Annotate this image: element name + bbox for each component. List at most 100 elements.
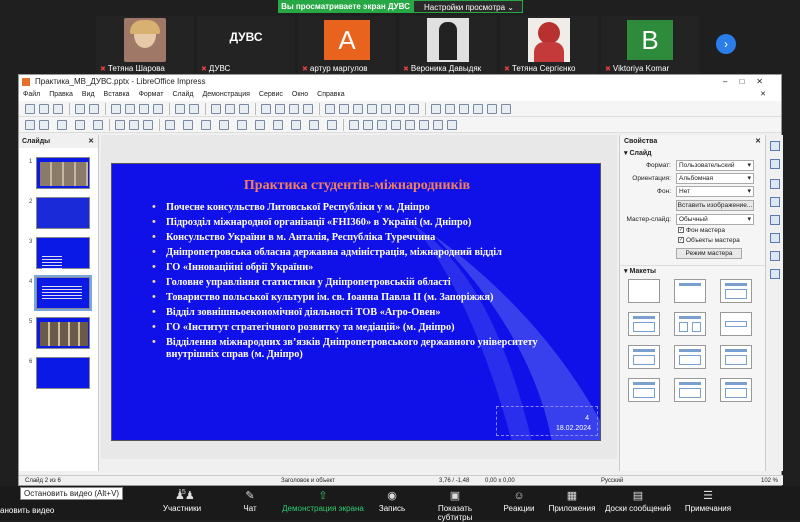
participant-tile[interactable]: ✖ Вероника Давыдяк (399, 16, 497, 74)
master-select[interactable]: Обычный (676, 214, 754, 225)
subtitles-button[interactable]: ▣ Показать субтитры (420, 490, 490, 522)
slide-thumbnail[interactable]: 5 (19, 317, 95, 355)
line-color-icon[interactable] (57, 120, 67, 130)
layout-title-content-2[interactable] (628, 345, 660, 369)
comment-icon[interactable] (445, 104, 455, 114)
special-char-icon[interactable] (395, 104, 405, 114)
slide-thumbnail[interactable]: 2 (19, 197, 95, 235)
menu-icon[interactable] (770, 141, 780, 151)
basic-shapes-icon[interactable] (219, 120, 229, 130)
menu-file[interactable]: Файл (23, 91, 40, 98)
whiteboards-button[interactable]: ▤ Доски сообщений (604, 490, 672, 513)
paste-icon[interactable] (139, 104, 149, 114)
find-replace-icon[interactable] (211, 104, 221, 114)
grid-icon[interactable] (239, 104, 249, 114)
layout-title-4-content[interactable] (628, 378, 660, 402)
section-slide[interactable]: ▾ Слайд (620, 148, 765, 159)
helplines-icon[interactable] (473, 104, 483, 114)
menu-edit[interactable]: Правка (49, 91, 73, 98)
layout-title-two-content[interactable] (628, 312, 660, 336)
menu-slide[interactable]: Слайд (172, 91, 193, 98)
menu-window[interactable]: Окно (292, 91, 308, 98)
display-views-icon[interactable] (261, 104, 271, 114)
notes-button[interactable]: ☰ Примечания (682, 490, 734, 513)
stars-icon[interactable] (309, 120, 319, 130)
save-icon[interactable] (53, 104, 63, 114)
master-slides-icon[interactable] (770, 215, 780, 225)
menu-tools[interactable]: Сервис (259, 91, 283, 98)
start-slideshow-icon[interactable] (289, 104, 299, 114)
slide-thumbnail[interactable]: 6 (19, 357, 95, 395)
participants-button[interactable]: ♟♟ 15 Участники (160, 489, 204, 513)
table-icon[interactable] (325, 104, 335, 114)
copy-icon[interactable] (125, 104, 135, 114)
view-outline-icon[interactable] (487, 104, 497, 114)
horizontal-scrollbar[interactable] (101, 459, 617, 471)
ellipse-icon[interactable] (143, 120, 153, 130)
view-normal-icon[interactable] (501, 104, 511, 114)
slide-thumbnail-selected[interactable]: 4 (19, 275, 95, 315)
close-icon[interactable]: ✕ (755, 135, 761, 148)
view-settings-button[interactable]: Настройки просмотра ⌄ (413, 0, 523, 13)
stop-video-button[interactable]: ановить видео (0, 506, 54, 515)
layout-title-content-4[interactable] (720, 345, 752, 369)
image-icon[interactable] (339, 104, 349, 114)
undo-icon[interactable] (175, 104, 185, 114)
orientation-select[interactable]: Альбомная (676, 173, 754, 184)
spelling-icon[interactable] (225, 104, 235, 114)
menu-insert[interactable]: Вставка (104, 91, 130, 98)
flowchart-icon[interactable] (273, 120, 283, 130)
participant-tile[interactable]: ✖ Тетяна Шарова (96, 16, 194, 74)
layout-title-content[interactable] (720, 279, 752, 303)
close-document-icon[interactable]: ✕ (760, 89, 766, 101)
menu-help[interactable]: Справка (317, 91, 344, 98)
reactions-button[interactable]: ☺ Реакции (500, 490, 538, 513)
print-icon[interactable] (89, 104, 99, 114)
3d-objects-icon[interactable] (327, 120, 337, 130)
connector-icon[interactable] (201, 120, 211, 130)
crop-icon[interactable] (419, 120, 429, 130)
fill-color-icon[interactable] (75, 120, 85, 130)
language[interactable]: Русский (601, 476, 623, 486)
layout-centered-text[interactable] (720, 312, 752, 336)
chevron-right-icon[interactable]: › (716, 34, 736, 54)
align-icon[interactable] (363, 120, 373, 130)
layout-title-6-content[interactable] (674, 378, 706, 402)
menu-format[interactable]: Формат (139, 91, 164, 98)
layout-title-content-3[interactable] (674, 345, 706, 369)
footer-placeholder[interactable]: 4 18.02.2024 (496, 406, 598, 436)
textbox-icon[interactable] (381, 104, 391, 114)
layout-blank[interactable] (628, 279, 660, 303)
redo-icon[interactable] (189, 104, 199, 114)
slide-editor[interactable]: Практика студентів-міжнародників Почесне… (101, 135, 617, 471)
participant-tile[interactable]: А ✖ артур маргулов (298, 16, 396, 74)
gallery-icon[interactable] (770, 251, 780, 261)
rectangle-icon[interactable] (129, 120, 139, 130)
clone-format-icon[interactable] (153, 104, 163, 114)
filter-icon[interactable] (433, 120, 443, 130)
slide-transition-icon[interactable] (770, 179, 780, 189)
zoom-icon[interactable] (39, 120, 49, 130)
master-slide-icon[interactable] (275, 104, 285, 114)
share-screen-button[interactable]: ⇧ Демонстрация экрана (280, 490, 366, 513)
master-mode-button[interactable]: Режим мастера (676, 248, 742, 259)
arrange-icon[interactable] (377, 120, 387, 130)
animation-icon[interactable] (770, 197, 780, 207)
participant-tile[interactable]: ДУВС ✖ ДУВС (197, 16, 295, 74)
select-icon[interactable] (25, 120, 35, 130)
window-controls[interactable]: –□✕ (723, 75, 775, 89)
distribute-icon[interactable] (391, 120, 401, 130)
layout-title-2-columns[interactable] (674, 312, 706, 336)
properties-deck-icon[interactable] (770, 159, 780, 169)
master-bg-checkbox[interactable]: ✓ Фон мастера (678, 227, 725, 234)
record-button[interactable]: ◉ Запись (374, 490, 410, 513)
shadow-toggle-icon[interactable] (405, 120, 415, 130)
symbol-shapes-icon[interactable] (237, 120, 247, 130)
rotate-icon[interactable] (349, 120, 359, 130)
insert-image-button[interactable]: Вставить изображение... (676, 200, 754, 211)
styles-icon[interactable] (770, 233, 780, 243)
chart-icon[interactable] (367, 104, 377, 114)
chat-button[interactable]: ✎ Чат (230, 490, 270, 513)
zoom-level[interactable]: 102 % (761, 476, 778, 486)
background-select[interactable]: Нет (676, 186, 754, 197)
